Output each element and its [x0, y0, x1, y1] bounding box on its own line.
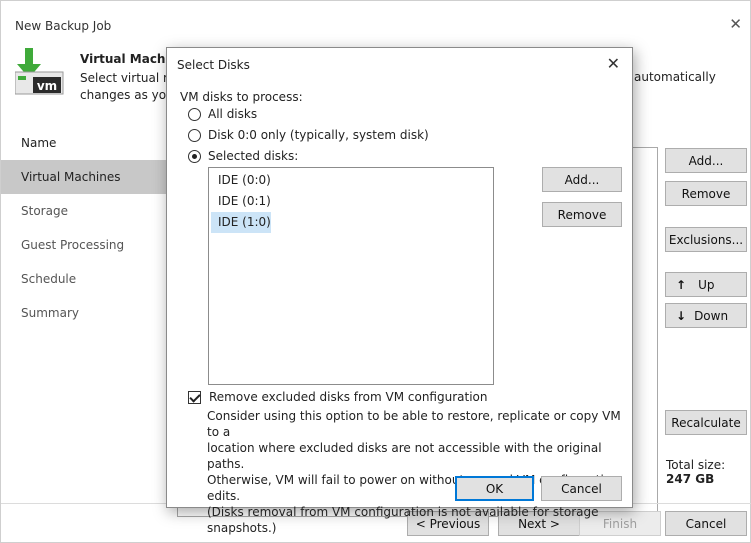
up-button-label: Up — [698, 277, 715, 292]
vm-icon-text: vm — [37, 79, 57, 93]
radio-disk-0-0-indicator[interactable] — [188, 128, 201, 142]
sidebar-item-schedule[interactable]: Schedule — [1, 262, 167, 296]
radio-disk-0-0-only[interactable]: Disk 0:0 only (typically, system disk) — [188, 128, 429, 142]
remove-excluded-disks-label: Remove excluded disks from VM configurat… — [209, 390, 488, 404]
dialog-cancel-button[interactable]: Cancel — [541, 476, 622, 501]
sidebar-item-name[interactable]: Name — [1, 126, 167, 160]
ok-button[interactable]: OK — [455, 476, 534, 501]
cancel-button[interactable]: Cancel — [665, 511, 747, 536]
disk-list-item-selected[interactable]: IDE (1:0) — [211, 212, 271, 233]
sidebar-item-storage[interactable]: Storage — [1, 194, 167, 228]
dialog-title: Select Disks — [177, 58, 250, 72]
disk-list[interactable]: IDE (0:0) IDE (0:1) IDE (1:0) — [208, 167, 494, 385]
header-description: Select virtual ma changes as you a — [80, 70, 166, 104]
remove-disk-button[interactable]: Remove — [542, 202, 622, 227]
arrow-down-icon: ↓ — [676, 308, 687, 323]
down-button-label: Down — [694, 308, 729, 323]
vm-disks-label: VM disks to process: — [180, 90, 303, 104]
header-desc-line1: Select virtual ma — [80, 71, 166, 85]
header-title: Virtual Machine — [80, 52, 166, 66]
description-line: Consider using this option to be able to… — [207, 409, 621, 439]
vm-download-icon: vm — [15, 48, 64, 95]
remove-vm-button[interactable]: Remove — [665, 181, 747, 206]
header-desc-line2: changes as you a — [80, 88, 166, 102]
window-title: New Backup Job — [15, 19, 112, 33]
remove-excluded-disks-description: Consider using this option to be able to… — [207, 408, 627, 536]
window-close-icon[interactable]: ✕ — [729, 15, 742, 33]
total-size-value: 247 GB — [666, 472, 715, 486]
dialog-close-icon[interactable]: ✕ — [607, 54, 620, 73]
radio-all-disks-indicator[interactable] — [188, 107, 201, 121]
radio-all-disks[interactable]: All disks — [188, 107, 257, 121]
sidebar-item-guest-processing[interactable]: Guest Processing — [1, 228, 167, 262]
disk-list-item[interactable]: IDE (0:1) — [211, 191, 271, 212]
radio-all-disks-label: All disks — [208, 107, 258, 121]
header-desc-right: automatically — [634, 70, 716, 84]
new-backup-job-window: New Backup Job ✕ vm Virtual Machine Sele… — [0, 0, 751, 543]
sidebar-item-virtual-machines[interactable]: Virtual Machines — [1, 160, 167, 194]
radio-selected-disks-label: Selected disks: — [208, 149, 299, 163]
total-size-label: Total size: — [666, 458, 726, 472]
description-line: location where excluded disks are not ac… — [207, 441, 602, 471]
radio-selected-disks-indicator[interactable] — [188, 149, 201, 163]
radio-disk-0-0-label: Disk 0:0 only (typically, system disk) — [208, 128, 429, 142]
remove-excluded-disks-checkbox[interactable] — [188, 390, 201, 404]
recalculate-button[interactable]: Recalculate — [665, 410, 747, 435]
up-button[interactable]: ↑ Up — [665, 272, 747, 297]
disk-list-item[interactable]: IDE (0:0) — [211, 170, 271, 191]
arrow-up-icon: ↑ — [676, 277, 687, 292]
remove-excluded-disks-checkbox-row[interactable]: Remove excluded disks from VM configurat… — [188, 390, 487, 404]
description-line: (Disks removal from VM configuration is … — [207, 505, 599, 535]
down-button[interactable]: ↓ Down — [665, 303, 747, 328]
add-disk-button[interactable]: Add... — [542, 167, 622, 192]
exclusions-button[interactable]: Exclusions... — [665, 227, 747, 252]
select-disks-dialog: Select Disks ✕ VM disks to process: All … — [166, 47, 633, 535]
add-vm-button[interactable]: Add... — [665, 148, 747, 173]
radio-selected-disks[interactable]: Selected disks: — [188, 149, 298, 163]
wizard-sidebar: Name Virtual Machines Storage Guest Proc… — [1, 126, 167, 330]
sidebar-item-summary[interactable]: Summary — [1, 296, 167, 330]
